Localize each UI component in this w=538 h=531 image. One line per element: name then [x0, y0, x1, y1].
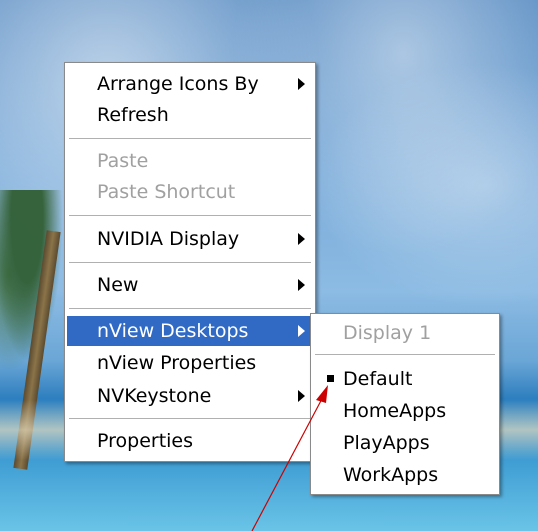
menu-item-nview-desktops[interactable]: nView Desktops	[67, 316, 313, 346]
menu-item-nview-properties[interactable]: nView Properties	[67, 348, 313, 378]
menu-separator	[69, 138, 311, 140]
menu-item-properties[interactable]: Properties	[67, 426, 313, 456]
submenu-item-label: Default	[343, 368, 413, 390]
submenu-arrow-icon	[298, 325, 305, 337]
selected-bullet-icon	[327, 375, 334, 382]
submenu-arrow-icon	[298, 233, 305, 245]
menu-item-label: nView Properties	[97, 352, 257, 374]
menu-separator	[69, 418, 311, 420]
submenu-arrow-icon	[298, 390, 305, 402]
menu-item-new[interactable]: New	[67, 270, 313, 300]
submenu-header-label: Display 1	[343, 322, 432, 344]
menu-separator	[315, 354, 495, 356]
menu-item-nvkeystone[interactable]: NVKeystone	[67, 381, 313, 411]
menu-separator	[69, 308, 311, 310]
submenu-item-label: WorkApps	[343, 464, 439, 486]
submenu-item-homeapps[interactable]: HomeApps	[313, 396, 497, 426]
submenu-item-label: HomeApps	[343, 400, 447, 422]
menu-item-label: NVKeystone	[97, 385, 212, 407]
menu-item-label: Paste	[97, 150, 149, 172]
submenu-item-label: PlayApps	[343, 432, 430, 454]
menu-separator	[69, 215, 311, 217]
menu-item-refresh[interactable]: Refresh	[67, 100, 313, 130]
submenu-item-workapps[interactable]: WorkApps	[313, 460, 497, 490]
menu-item-label: nView Desktops	[97, 320, 249, 342]
menu-item-label: Paste Shortcut	[97, 181, 236, 203]
submenu-arrow-icon	[298, 279, 305, 291]
menu-item-arrange-icons-by[interactable]: Arrange Icons By	[67, 69, 313, 99]
menu-item-paste-shortcut[interactable]: Paste Shortcut	[67, 177, 313, 207]
submenu-item-playapps[interactable]: PlayApps	[313, 428, 497, 458]
menu-item-label: NVIDIA Display	[97, 228, 240, 250]
menu-item-paste[interactable]: Paste	[67, 146, 313, 176]
menu-separator	[69, 262, 311, 264]
menu-item-label: New	[97, 274, 139, 296]
menu-item-label: Properties	[97, 430, 194, 452]
submenu-header-display-1: Display 1	[313, 318, 497, 348]
submenu-item-default[interactable]: Default	[313, 364, 497, 394]
submenu-arrow-icon	[298, 78, 305, 90]
menu-item-label: Arrange Icons By	[97, 73, 259, 95]
desktop-context-menu: Arrange Icons By Refresh Paste Paste Sho…	[64, 62, 316, 462]
menu-item-nvidia-display[interactable]: NVIDIA Display	[67, 224, 313, 254]
menu-item-label: Refresh	[97, 104, 169, 126]
nview-desktops-submenu: Display 1 Default HomeApps PlayApps Work…	[310, 313, 500, 495]
